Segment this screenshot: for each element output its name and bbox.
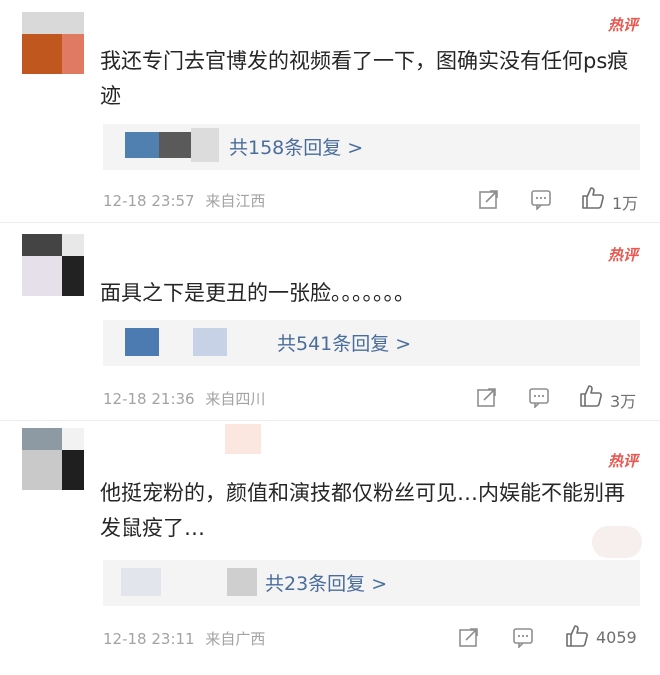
view-replies-link[interactable]: 共158条回复 > bbox=[229, 133, 363, 160]
comment-time: 12-18 23:11 bbox=[103, 630, 195, 648]
comment-icon[interactable] bbox=[512, 626, 534, 648]
comment-item: 热评 他挺宠粉的，颜值和演技都仅粉丝可见…内娱能不能别再发鼠疫了… 共23条回复… bbox=[0, 420, 660, 675]
comment-meta: 12-18 21:36 来自四川 bbox=[103, 388, 265, 409]
comment-text: 我还专门去官博发的视频看了一下，图确实没有任何ps痕迹 bbox=[100, 49, 629, 108]
hot-comment-badge: 热评 bbox=[607, 16, 638, 34]
thumbs-up-icon[interactable] bbox=[564, 623, 590, 649]
comment-location: 来自四川 bbox=[205, 390, 266, 408]
share-icon[interactable] bbox=[478, 188, 500, 210]
share-icon[interactable] bbox=[458, 626, 480, 648]
reply-avatar bbox=[125, 132, 159, 158]
comment-location: 来自广西 bbox=[205, 630, 266, 648]
reply-summary[interactable]: 共23条回复 > bbox=[103, 560, 640, 606]
comment-item: 热评 我还专门去官博发的视频看了一下，图确实没有任何ps痕迹 共158条回复 >… bbox=[0, 0, 660, 222]
hot-comment-badge: 热评 bbox=[607, 246, 638, 264]
reply-avatar bbox=[159, 132, 191, 158]
thumbs-up-icon[interactable] bbox=[580, 185, 606, 211]
blurred-sticker bbox=[225, 424, 261, 454]
reply-avatar bbox=[121, 568, 161, 596]
like-count: 1万 bbox=[612, 194, 639, 213]
comment-time: 12-18 21:36 bbox=[103, 390, 195, 408]
thumbs-up-icon[interactable] bbox=[578, 383, 604, 409]
share-icon[interactable] bbox=[476, 386, 498, 408]
view-replies-link[interactable]: 共541条回复 > bbox=[277, 329, 411, 356]
avatar[interactable] bbox=[22, 12, 84, 74]
comment-time: 12-18 23:57 bbox=[103, 192, 195, 210]
comment-item: 热评 面具之下是更丑的一张脸。。。。。。。 共541条回复 > 12-18 21… bbox=[0, 222, 660, 420]
comment-location: 来自江西 bbox=[205, 192, 266, 210]
reply-summary[interactable]: 共541条回复 > bbox=[103, 320, 640, 366]
comment-icon[interactable] bbox=[530, 188, 552, 210]
reply-avatar bbox=[193, 328, 227, 356]
comment-text: 面具之下是更丑的一张脸。。。。。。。 bbox=[100, 281, 415, 305]
like-count: 3万 bbox=[610, 392, 637, 411]
comment-icon[interactable] bbox=[528, 386, 550, 408]
comment-text: 他挺宠粉的，颜值和演技都仅粉丝可见…内娱能不能别再发鼠疫了… bbox=[100, 481, 625, 540]
reply-avatar bbox=[125, 328, 159, 356]
reply-summary[interactable]: 共158条回复 > bbox=[103, 124, 640, 170]
comment-meta: 12-18 23:57 来自江西 bbox=[103, 190, 265, 211]
view-replies-link[interactable]: 共23条回复 > bbox=[265, 569, 387, 596]
avatar[interactable] bbox=[22, 428, 84, 490]
sticker-decoration bbox=[592, 526, 642, 558]
avatar[interactable] bbox=[22, 234, 84, 296]
reply-avatar bbox=[227, 568, 257, 596]
like-count: 4059 bbox=[596, 628, 637, 647]
comment-meta: 12-18 23:11 来自广西 bbox=[103, 628, 265, 649]
hot-comment-badge: 热评 bbox=[607, 452, 638, 470]
